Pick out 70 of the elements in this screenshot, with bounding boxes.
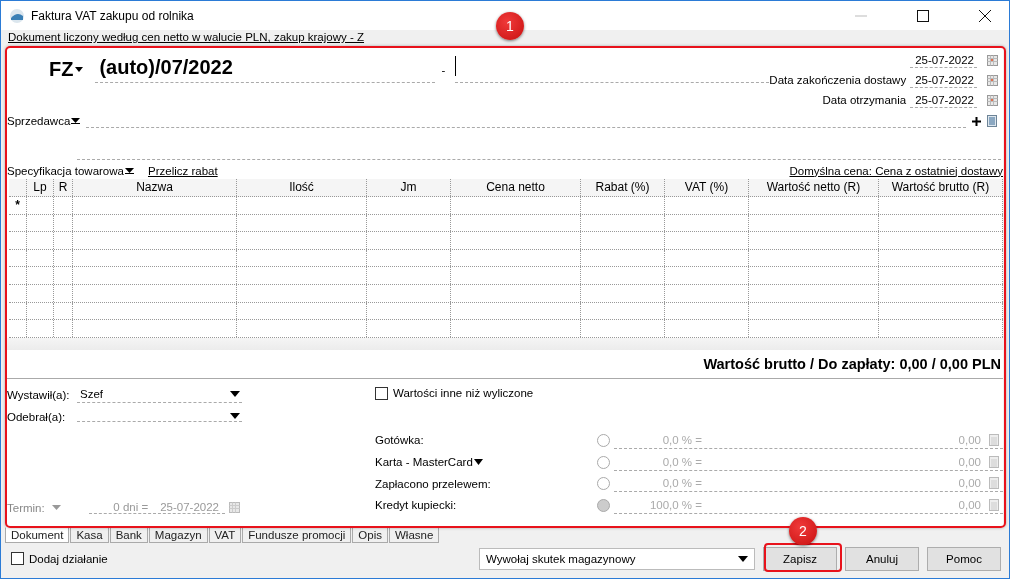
caret-icon — [473, 459, 483, 465]
column-header[interactable]: Ilość — [237, 179, 367, 196]
app-logo-icon — [9, 7, 25, 24]
column-header[interactable]: Rabat (%) — [581, 179, 665, 196]
caret-icon — [51, 505, 61, 510]
recalculate-discount-link[interactable]: Przelicz rabat — [148, 164, 218, 177]
caret-icon — [75, 66, 84, 72]
default-price-link[interactable]: Domyślna cena: Cena z ostatniej dostawy — [789, 164, 1003, 177]
column-header[interactable]: Nazwa — [73, 179, 237, 196]
payment-radio[interactable] — [597, 433, 610, 447]
date-label: Data otrzymania — [822, 94, 907, 106]
column-header[interactable]: VAT (%) — [665, 179, 749, 196]
payment-percent: 0,0 % = — [661, 477, 702, 490]
caret-icon — [230, 412, 240, 419]
payment-radio[interactable] — [597, 455, 610, 469]
payment-method-label: Zapłacono przelewem: — [375, 477, 492, 490]
number-separator: - — [441, 63, 446, 76]
date-field[interactable]: 25-07-2022 — [910, 52, 977, 68]
calculator-icon[interactable] — [989, 477, 999, 490]
items-section-dropdown[interactable]: Specyfikacja towarowa — [7, 164, 134, 177]
payment-radio[interactable] — [597, 498, 610, 512]
payment-percent: 100,0 % = — [648, 498, 702, 511]
column-header[interactable]: Cena netto — [451, 179, 581, 196]
issued-by-label: Wystawił(a): — [7, 389, 71, 402]
column-header[interactable]: Jm — [367, 179, 451, 196]
annotation-badge: 1 — [496, 12, 524, 40]
payment-method-label: Kredyt kupiecki: — [375, 499, 458, 512]
calculator-icon[interactable] — [989, 433, 999, 446]
dialog-button[interactable]: Anuluj — [845, 546, 919, 571]
window-title: Faktura VAT zakupu od rolnika — [31, 8, 195, 23]
date-field[interactable]: 25-07-2022 — [910, 72, 977, 88]
dialog-button[interactable]: Zapisz — [763, 546, 837, 571]
number-suffix-field[interactable] — [455, 56, 770, 83]
calendar-icon[interactable] — [987, 54, 998, 66]
payment-method-dropdown[interactable]: Karta - MasterCard — [375, 456, 597, 468]
list-icon[interactable] — [987, 115, 997, 127]
seller-dropdown[interactable]: Sprzedawca — [7, 115, 81, 127]
warehouse-effect-dropdown[interactable]: Wywołaj skutek magazynowy — [479, 547, 755, 570]
calculator-icon[interactable] — [989, 498, 999, 511]
caret-icon — [738, 555, 748, 562]
caret-icon — [230, 390, 240, 397]
date-label: Data zakończenia dostawy — [769, 74, 907, 86]
column-header[interactable]: Wartość netto (R) — [749, 179, 879, 196]
payment-radio[interactable] — [597, 477, 610, 491]
caret-icon — [125, 167, 134, 174]
document-info-link[interactable]: Dokument liczony według cen netto w walucie PLN, zakup krajowy - Z — [8, 31, 365, 43]
document-type-dropdown[interactable]: FZ — [49, 56, 84, 82]
column-header[interactable]: R — [54, 179, 73, 196]
other-values-checkbox[interactable]: Wartości inne niż wyliczone — [375, 386, 1003, 400]
payment-method-label: Gotówka: — [375, 434, 425, 447]
maximize-icon[interactable] — [917, 9, 929, 22]
issued-by-dropdown[interactable]: Szef — [77, 387, 242, 403]
calendar-icon[interactable] — [987, 74, 998, 86]
document-number-field[interactable]: (auto)/07/2022 — [95, 56, 436, 83]
add-icon[interactable] — [972, 116, 981, 126]
add-action-checkbox[interactable]: Dodaj działanie — [11, 552, 108, 565]
dialog-button[interactable]: Pomoc — [927, 546, 1001, 571]
total-amount: Wartość brutto / Do zapłaty: 0,00 / 0,00 PLN — [703, 355, 1001, 372]
close-icon[interactable] — [979, 9, 991, 22]
payment-percent: 0,0 % = — [661, 433, 702, 446]
column-header[interactable]: Wartość brutto (R) — [879, 179, 1003, 196]
date-field[interactable]: 25-07-2022 — [910, 92, 977, 108]
column-header[interactable]: Lp — [27, 179, 54, 196]
caret-icon — [71, 118, 81, 124]
calendar-icon[interactable] — [987, 94, 998, 106]
calculator-icon[interactable] — [989, 455, 999, 468]
new-row-marker: * — [15, 198, 20, 212]
payment-percent: 0,0 % = — [661, 455, 702, 468]
received-by-dropdown[interactable] — [77, 412, 242, 422]
received-by-label: Odebrał(a): — [7, 411, 67, 424]
